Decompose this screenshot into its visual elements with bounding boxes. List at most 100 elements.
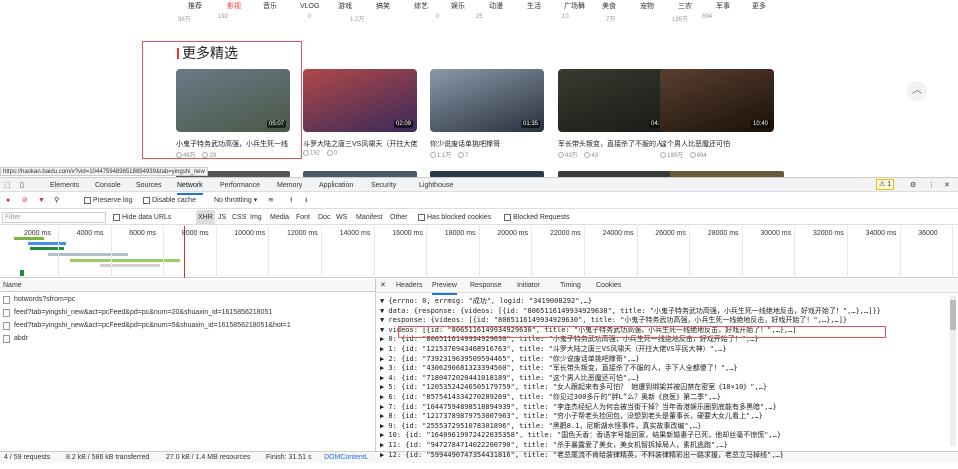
type-filter[interactable]: Manifest bbox=[356, 210, 382, 225]
nav-item[interactable]: 美食 bbox=[602, 0, 616, 14]
views-icon bbox=[430, 152, 436, 159]
devtools-tab[interactable]: Elements bbox=[50, 178, 79, 193]
video-thumbnail[interactable]: 05:07 bbox=[176, 69, 290, 132]
json-line[interactable]: ▶ 10: {id: "16409619972422035358", title… bbox=[380, 431, 781, 440]
request-row[interactable]: feed?tab=yingshi_new&act=pcFeed&pd=pc&nu… bbox=[0, 320, 375, 332]
video-thumbnail[interactable]: 01:35 bbox=[430, 69, 544, 132]
detail-tab[interactable]: Response bbox=[470, 279, 502, 293]
more-menu-icon[interactable]: ⋮ bbox=[928, 178, 935, 193]
json-line[interactable]: ▶ 7: {id: "10447594898518894939", title:… bbox=[380, 403, 777, 412]
json-line[interactable]: ▼ response: {videos: [{id: "806511614993… bbox=[380, 316, 847, 325]
type-filter[interactable]: CSS bbox=[232, 210, 246, 225]
json-line[interactable]: ▶ 6: {id: "8575414334270289269", title: … bbox=[380, 393, 721, 402]
json-line[interactable]: ▼ {errno: 0, errmsg: "成功", logid: "34190… bbox=[380, 297, 592, 306]
json-line[interactable]: ▶ 9: {id: "2555372951078301896", title: … bbox=[380, 422, 701, 431]
scrollbar-thumb[interactable] bbox=[950, 300, 956, 330]
json-line[interactable]: ▶ 3: {id: "4306290681323394560", title: … bbox=[380, 364, 738, 373]
devtools-tab[interactable]: Sources bbox=[136, 178, 162, 193]
video-thumbnail[interactable]: 04:33 bbox=[558, 69, 672, 132]
nav-item[interactable]: VLOG bbox=[300, 0, 319, 14]
nav-item[interactable]: 搞笑 bbox=[376, 0, 390, 14]
type-filter[interactable]: Doc bbox=[318, 210, 330, 225]
devtools-tab[interactable]: Lighthouse bbox=[419, 178, 453, 193]
json-line[interactable]: ▶ 2: {id: "7392319639509594465", title: … bbox=[380, 355, 640, 364]
export-icon[interactable]: ⭳ bbox=[305, 193, 307, 209]
request-row[interactable]: feed?tab=yingshi_new&act=pcFeed&pd=pc&nu… bbox=[0, 307, 375, 319]
pane-divider[interactable] bbox=[375, 279, 376, 451]
detail-tab[interactable]: Timing bbox=[560, 279, 581, 293]
highlight-box bbox=[398, 326, 886, 338]
nav-item[interactable]: 游戏 bbox=[338, 0, 352, 14]
scroll-top-button[interactable]: ︿ bbox=[907, 81, 927, 101]
type-filter[interactable]: Media bbox=[270, 210, 289, 225]
json-line[interactable]: ▶ 8: {id: "12173789879753007963", title:… bbox=[380, 412, 763, 421]
nav-item[interactable]: 音乐 bbox=[263, 0, 277, 14]
detail-tab[interactable]: Initiator bbox=[517, 279, 540, 293]
network-timeline[interactable]: 2000 ms 4000 ms 6000 ms 8000 ms 10000 ms 1200… bbox=[0, 226, 958, 278]
blocked-requests-checkbox[interactable]: Blocked Requests bbox=[504, 210, 569, 225]
video-title[interactable]: 这个男人比恶魔还可怕 bbox=[660, 139, 780, 149]
nav-item[interactable]: 娱乐 bbox=[451, 0, 465, 14]
detail-tab[interactable]: Headers bbox=[396, 279, 422, 293]
detail-tab[interactable]: Preview bbox=[432, 279, 457, 295]
type-filter[interactable]: JS bbox=[218, 210, 226, 225]
stat-count: 694 bbox=[702, 14, 713, 20]
nav-item[interactable]: 军事 bbox=[716, 0, 730, 14]
timeline-gridline bbox=[584, 226, 585, 278]
devtools-tab[interactable]: Security bbox=[371, 178, 396, 193]
devtools-tab[interactable]: Console bbox=[95, 178, 121, 193]
import-icon[interactable]: ⭱ bbox=[290, 193, 292, 209]
detail-tab[interactable]: Cookies bbox=[596, 279, 621, 293]
video-title[interactable]: 小鬼子特务武功高强，小兵生死一线 bbox=[176, 139, 296, 149]
close-icon[interactable]: ✕ bbox=[944, 178, 950, 193]
json-line[interactable]: ▼ data: {response: {videos: [{id: "80651… bbox=[380, 307, 881, 316]
video-title[interactable]: 斗罗大陆之唐三VS风啸天（开拄大佬 bbox=[303, 139, 423, 149]
video-thumbnail[interactable]: 10:40 bbox=[660, 69, 774, 132]
wifi-icon[interactable]: ≋ bbox=[268, 193, 274, 209]
devtools-tab[interactable]: Memory bbox=[277, 178, 302, 193]
devtools-tab[interactable]: Application bbox=[319, 178, 353, 193]
nav-item[interactable]: 三农 bbox=[678, 0, 692, 14]
nav-item[interactable]: 宠物 bbox=[640, 0, 654, 14]
search-icon[interactable]: ⚲ bbox=[54, 193, 59, 209]
type-filter[interactable]: Other bbox=[390, 210, 408, 225]
settings-icon[interactable]: ⚙ bbox=[910, 178, 916, 193]
video-thumbnail[interactable]: 02:09 bbox=[303, 69, 417, 132]
filter-icon[interactable]: ▼ bbox=[38, 193, 45, 209]
request-row[interactable]: hotwords?sfrom=pc bbox=[0, 294, 375, 306]
timeline-tick-label: 32000 ms bbox=[813, 230, 844, 237]
video-title[interactable]: 你少说废话单挑吧撑哥 bbox=[430, 139, 550, 149]
json-line[interactable]: ▶ 4: {id: "7180472020441018189", title: … bbox=[380, 374, 640, 383]
json-line[interactable]: ▶ 5: {id: "12053524246505179759", title:… bbox=[380, 383, 767, 392]
warning-badge[interactable]: ⚠ 1 bbox=[876, 179, 895, 190]
device-toggle-icon[interactable]: ▯ bbox=[20, 178, 24, 193]
clear-icon[interactable]: ⊘ bbox=[22, 193, 28, 209]
nav-item[interactable]: 推荐 bbox=[188, 0, 202, 14]
nav-item[interactable]: 更多 bbox=[752, 0, 766, 14]
disable-cache-checkbox[interactable]: Disable cache bbox=[143, 193, 196, 209]
type-filter[interactable]: Img bbox=[250, 210, 262, 225]
nav-item[interactable]: 影视 bbox=[227, 0, 241, 14]
timeline-gridline bbox=[531, 226, 533, 278]
json-line[interactable]: ▶ 11: {id: "9472784714022200790", title:… bbox=[380, 441, 728, 450]
blocked-cookies-checkbox[interactable]: Has blocked cookies bbox=[418, 210, 491, 225]
request-row[interactable]: abdr bbox=[0, 333, 375, 345]
video-meta: 199万 694 bbox=[660, 150, 707, 159]
type-filter[interactable]: WS bbox=[336, 210, 347, 225]
type-filter[interactable]: Font bbox=[296, 210, 310, 225]
nav-item[interactable]: 综艺 bbox=[414, 0, 428, 14]
record-icon[interactable]: ● bbox=[6, 193, 10, 209]
close-detail-icon[interactable]: ✕ bbox=[380, 279, 386, 293]
nav-item[interactable]: 动漫 bbox=[489, 0, 503, 14]
throttling-select[interactable]: No throttling ▾ bbox=[214, 193, 257, 209]
json-line[interactable]: ▶ 12: {id: "5994490747354431816", title:… bbox=[380, 451, 784, 460]
nav-item[interactable]: 生活 bbox=[527, 0, 541, 14]
devtools-tab[interactable]: Performance bbox=[220, 178, 260, 193]
filter-input[interactable]: Filter bbox=[2, 212, 106, 223]
preserve-log-checkbox[interactable]: Preserve log bbox=[84, 193, 132, 209]
hide-data-urls-checkbox[interactable]: Hide data URLs bbox=[113, 210, 171, 225]
type-filter[interactable]: XHR bbox=[196, 210, 215, 225]
json-line[interactable]: ▶ 1: {id: "1215370943468916763", title: … bbox=[380, 345, 727, 354]
nav-item[interactable]: 广场舞 bbox=[564, 0, 585, 14]
inspect-icon[interactable]: ⬚ bbox=[4, 178, 11, 193]
